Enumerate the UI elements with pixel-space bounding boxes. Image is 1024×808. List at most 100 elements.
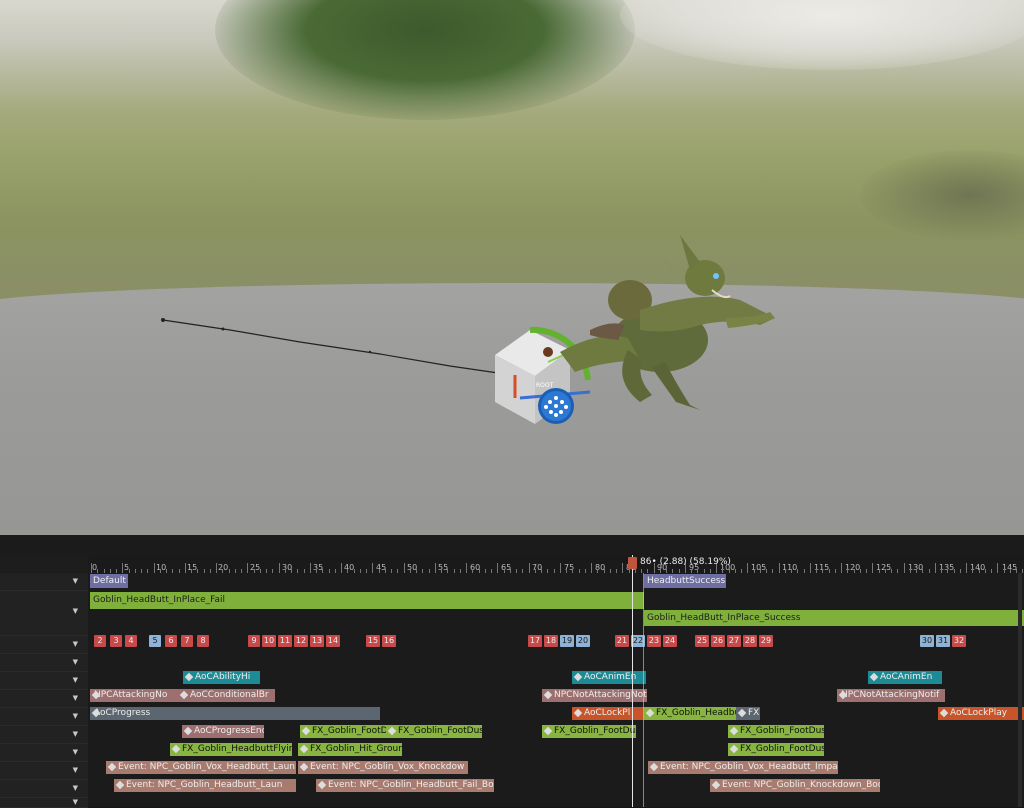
timeline-panel[interactable]: 8 6 ▼ ▼ ▼ ▼ ▼ ▼ ▼ ▼ ▼ ▼ ▼ ▼ 0 5 10 15 20 … xyxy=(0,535,1024,808)
notify-fx-goblin-footdust[interactable]: FX_Goblin_FootDus xyxy=(728,725,824,738)
frame-marker[interactable]: 19 xyxy=(560,635,574,647)
notify-event-vox-headbutt-impact[interactable]: Event: NPC_Goblin_Vox_Headbutt_Impa xyxy=(648,761,838,774)
frame-marker[interactable]: 32 xyxy=(952,635,966,647)
frame-marker[interactable]: 17 xyxy=(528,635,542,647)
frame-marker[interactable]: 15 xyxy=(366,635,380,647)
track-row[interactable]: ▼ xyxy=(0,726,88,744)
frame-marker[interactable]: 4 xyxy=(125,635,137,647)
notify-fx-goblin-footdust[interactable]: FX_Goblin_FootDus xyxy=(728,743,824,756)
ruler-tick xyxy=(341,563,342,573)
track-row[interactable]: ▼ xyxy=(0,762,88,780)
frame-marker[interactable]: 3 xyxy=(110,635,122,647)
frame-marker[interactable]: 20 xyxy=(576,635,590,647)
chevron-down-icon[interactable]: ▼ xyxy=(73,578,78,585)
track-row[interactable]: ▼ xyxy=(0,672,88,690)
frame-marker[interactable]: 12 xyxy=(294,635,308,647)
notify-fx-goblin-hit-ground[interactable]: FX_Goblin_Hit_Groun xyxy=(298,743,402,756)
ruler-tick xyxy=(403,563,405,573)
notify-aoc-progress[interactable]: AoCProgress xyxy=(90,707,380,720)
notify-aoc-ability-hit[interactable]: AoCAbilityHi xyxy=(183,671,260,684)
notify-fx[interactable]: FX xyxy=(736,707,760,720)
notify-aoc-lock-player[interactable]: AoCLockPlay xyxy=(938,707,1024,720)
frame-marker[interactable]: 13 xyxy=(310,635,324,647)
frame-marker[interactable]: 8 xyxy=(197,635,209,647)
track-row[interactable]: ▼ xyxy=(0,654,88,672)
section-headbutt-success[interactable]: HeadbuttSuccess xyxy=(644,574,726,588)
notify-fx-goblin-footdust[interactable]: FX_Goblin_FootDus xyxy=(542,725,636,738)
frame-marker[interactable]: 24 xyxy=(663,635,677,647)
ruler-tick xyxy=(997,563,999,573)
chevron-down-icon[interactable]: ▼ xyxy=(73,608,78,615)
ruler-tick xyxy=(91,563,92,573)
clip-success[interactable]: Goblin_HeadButt_InPlace_Success xyxy=(644,610,1024,626)
notify-fx-goblin-headbutt-flying[interactable]: FX_Goblin_HeadbuttFlyin xyxy=(170,743,292,756)
goblin-character xyxy=(560,235,775,410)
track-row[interactable]: ▼ xyxy=(0,573,88,591)
frame-marker[interactable]: 11 xyxy=(278,635,292,647)
notify-fx-goblin-footdust[interactable]: FX_Goblin_FootDus xyxy=(386,725,482,738)
frame-marker[interactable]: 28 xyxy=(743,635,757,647)
frame-marker[interactable]: 25 xyxy=(695,635,709,647)
frame-marker[interactable]: 21 xyxy=(615,635,629,647)
frame-marker[interactable]: 30 xyxy=(920,635,934,647)
clip-fail[interactable]: Goblin_HeadButt_InPlace_Fail xyxy=(90,592,644,609)
frame-marker[interactable]: 23 xyxy=(647,635,661,647)
notify-event-headbutt-fail-boom[interactable]: Event: NPC_Goblin_Headbutt_Fail_Bo xyxy=(316,779,494,792)
ruler-tick xyxy=(934,563,936,573)
notify-fx-goblin-footdust[interactable]: FX_Goblin_FootD xyxy=(300,725,386,738)
notify-conditional-branch[interactable]: AoCConditionalBr xyxy=(178,689,275,702)
ruler-tick xyxy=(278,563,280,573)
chevron-down-icon[interactable]: ▼ xyxy=(73,677,78,684)
timeline-ruler[interactable]: 0 5 10 15 20 25 30 35 40 45 50 55 60 65 … xyxy=(90,555,1024,573)
ruler-tick xyxy=(809,563,811,573)
track-row[interactable]: ▼ xyxy=(0,744,88,762)
notify-event-vox-headbutt-launch[interactable]: Event: NPC_Goblin_Vox_Headbutt_Laun xyxy=(106,761,296,774)
frame-marker[interactable]: 2 xyxy=(94,635,106,647)
chevron-down-icon[interactable]: ▼ xyxy=(73,767,78,774)
track-row[interactable]: ▼ xyxy=(0,690,88,708)
chevron-down-icon[interactable]: ▼ xyxy=(73,713,78,720)
track-row[interactable]: ▼ xyxy=(0,591,88,636)
notify-aoc-lock-player[interactable]: AoCLockPl xyxy=(572,707,644,720)
frame-marker[interactable]: 5 xyxy=(149,635,161,647)
notify-npc-attacking[interactable]: NPCAttackingNo xyxy=(90,689,178,702)
track-row[interactable]: ▼ xyxy=(0,708,88,726)
notify-npc-not-attacking[interactable]: NPCNotAttackingNotif xyxy=(837,689,945,702)
3d-viewport[interactable]: ROOT xyxy=(0,0,1024,535)
chevron-down-icon[interactable]: ▼ xyxy=(73,749,78,756)
frame-marker[interactable]: 27 xyxy=(727,635,741,647)
chevron-down-icon[interactable]: ▼ xyxy=(73,799,78,806)
frame-marker[interactable]: 31 xyxy=(936,635,950,647)
chevron-down-icon[interactable]: ▼ xyxy=(73,695,78,702)
frame-marker[interactable]: 18 xyxy=(544,635,558,647)
notify-event-vox-knockdown[interactable]: Event: NPC_Goblin_Vox_Knockdow xyxy=(298,761,468,774)
section-default[interactable]: Default xyxy=(90,574,128,588)
chevron-down-icon[interactable]: ▼ xyxy=(73,785,78,792)
frame-marker[interactable]: 16 xyxy=(382,635,396,647)
notify-aoc-progress-end[interactable]: AoCProgressEnd xyxy=(182,725,264,738)
notify-aoc-anim-end[interactable]: AoCAnimEn xyxy=(572,671,646,684)
chevron-down-icon[interactable]: ▼ xyxy=(73,641,78,648)
frame-marker[interactable]: 9 xyxy=(248,635,260,647)
frame-marker[interactable]: 6 xyxy=(165,635,177,647)
frame-marker[interactable]: 29 xyxy=(759,635,773,647)
playhead-handle[interactable] xyxy=(628,557,637,569)
frame-marker[interactable]: 26 xyxy=(711,635,725,647)
notify-event-knockdown-boom[interactable]: Event: NPC_Goblin_Knockdown_Boo xyxy=(710,779,880,792)
chevron-down-icon[interactable]: ▼ xyxy=(73,659,78,666)
notify-fx-goblin-headbutt[interactable]: FX_Goblin_Headbu xyxy=(644,707,736,720)
notify-aoc-anim-end[interactable]: AoCAnimEn xyxy=(868,671,942,684)
ruler-tick xyxy=(216,563,217,573)
notify-event-headbutt-launch[interactable]: Event: NPC_Goblin_Headbutt_Laun xyxy=(114,779,296,792)
scene-overlay: ROOT xyxy=(161,235,775,424)
chevron-down-icon[interactable]: ▼ xyxy=(73,731,78,738)
track-area[interactable]: Default HeadbuttSuccess Goblin_HeadButt_… xyxy=(90,573,1024,807)
frame-marker[interactable]: 14 xyxy=(326,635,340,647)
ruler-tick xyxy=(903,563,905,573)
track-row[interactable]: ▼ xyxy=(0,636,88,654)
frame-marker[interactable]: 7 xyxy=(181,635,193,647)
track-row[interactable]: ▼ xyxy=(0,780,88,798)
playhead-line[interactable] xyxy=(632,555,633,807)
frame-marker[interactable]: 10 xyxy=(262,635,276,647)
vertical-scrollbar[interactable] xyxy=(1018,573,1022,807)
